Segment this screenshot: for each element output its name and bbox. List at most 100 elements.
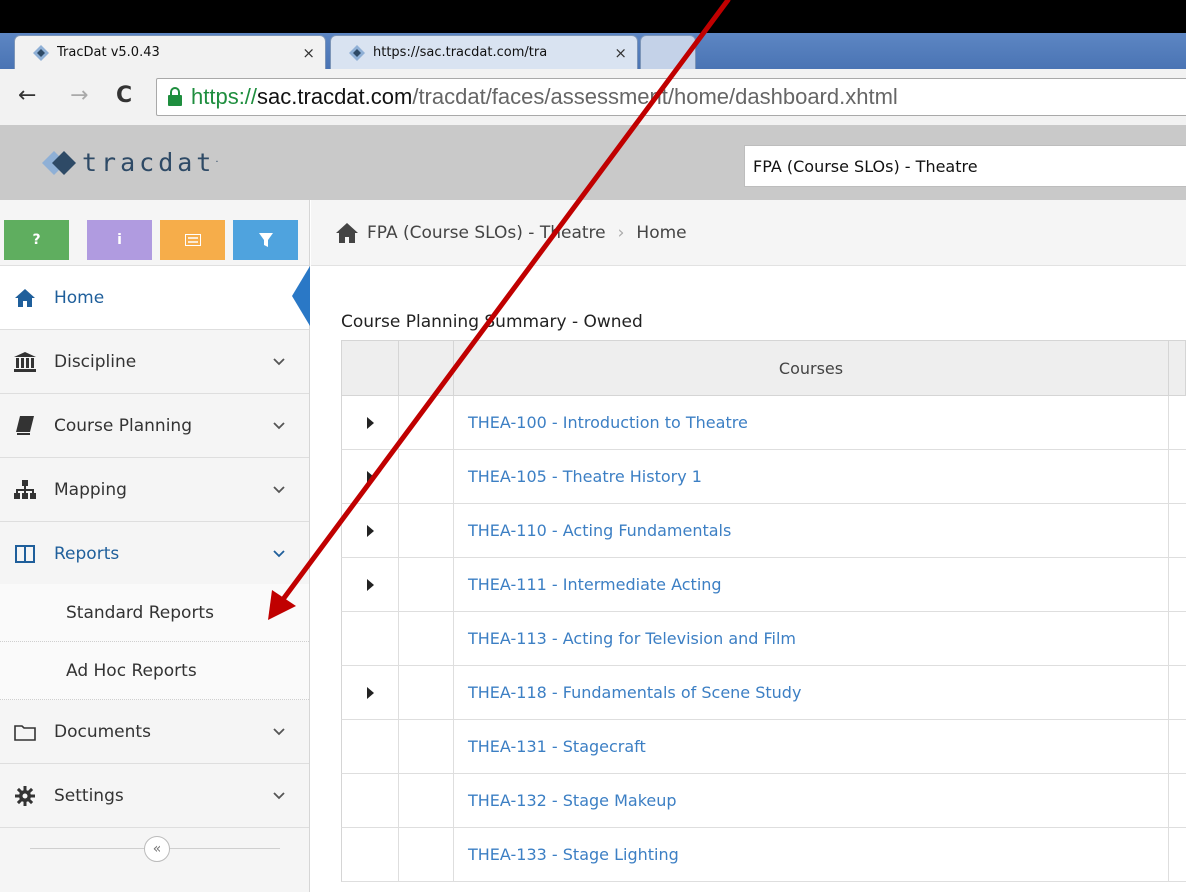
- course-link[interactable]: THEA-111 - Intermediate Acting: [468, 558, 722, 611]
- notes-button[interactable]: [160, 220, 225, 260]
- url-path: /tracdat/faces/assessment/home/dashboard…: [412, 84, 898, 109]
- extra-cell: [1168, 396, 1186, 449]
- url-host: sac.tracdat.com: [257, 84, 413, 109]
- expand-cell[interactable]: [342, 396, 399, 449]
- blank-cell: [399, 666, 454, 719]
- tracdat-favicon-icon: [33, 44, 49, 61]
- app-header: tracdat · FPA (Course SLOs) - Theatre: [0, 126, 1186, 200]
- caret-right-icon[interactable]: [366, 416, 374, 429]
- sidebar-subitem-label: Standard Reports: [66, 602, 214, 623]
- expand-cell[interactable]: [342, 450, 399, 503]
- sidebar-item-discipline[interactable]: Discipline: [0, 330, 309, 394]
- forward-button[interactable]: →: [70, 83, 88, 108]
- url-input[interactable]: https://sac.tracdat.com/tracdat/faces/as…: [156, 78, 1186, 116]
- expand-cell[interactable]: [342, 666, 399, 719]
- question-icon: ?: [32, 232, 41, 248]
- course-link[interactable]: THEA-113 - Acting for Television and Fil…: [468, 612, 796, 665]
- extra-cell: [1168, 558, 1186, 611]
- table-row: THEA-131 - Stagecraft: [341, 720, 1186, 774]
- sidebar-item-mapping[interactable]: Mapping: [0, 458, 309, 522]
- sidebar-subitem-standard-reports[interactable]: Standard Reports: [0, 584, 309, 642]
- blank-cell: [399, 504, 454, 557]
- expand-cell: [342, 612, 399, 665]
- sidebar-subitem-label: Ad Hoc Reports: [66, 660, 197, 681]
- chevron-down-icon: [273, 422, 285, 430]
- help-button[interactable]: ?: [4, 220, 69, 260]
- header-cell-expand: [342, 341, 399, 395]
- sidebar-item-label: Mapping: [54, 479, 127, 500]
- tab-title: https://sac.tracdat.com/tra: [373, 45, 548, 60]
- course-link[interactable]: THEA-132 - Stage Makeup: [468, 774, 677, 827]
- table-row: THEA-110 - Acting Fundamentals: [341, 504, 1186, 558]
- sidebar-item-label: Discipline: [54, 351, 137, 372]
- course-link[interactable]: THEA-100 - Introduction to Theatre: [468, 396, 748, 449]
- address-bar: ← → C https://sac.tracdat.com/tracdat/fa…: [0, 69, 1186, 126]
- tracdat-favicon-icon: [349, 44, 365, 61]
- blank-cell: [399, 720, 454, 773]
- sidebar-item-home[interactable]: Home: [0, 266, 309, 330]
- new-tab-button[interactable]: [640, 35, 696, 69]
- context-selector[interactable]: FPA (Course SLOs) - Theatre: [744, 145, 1186, 187]
- course-link[interactable]: THEA-131 - Stagecraft: [468, 720, 646, 773]
- sidebar-item-reports[interactable]: Reports: [0, 522, 309, 586]
- back-button[interactable]: ←: [18, 83, 36, 108]
- info-icon: i: [117, 232, 122, 248]
- extra-cell: [1168, 720, 1186, 773]
- header-cell-extra: [1168, 341, 1186, 395]
- section-title: Course Planning Summary - Owned: [341, 312, 643, 332]
- course-link[interactable]: THEA-105 - Theatre History 1: [468, 450, 702, 503]
- table-row: THEA-132 - Stage Makeup: [341, 774, 1186, 828]
- screenshot-root: TracDat v5.0.43 × https://sac.tracdat.co…: [0, 0, 1186, 892]
- logo-trademark: ·: [215, 157, 219, 168]
- sidebar-item-course-planning[interactable]: Course Planning: [0, 394, 309, 458]
- course-link[interactable]: THEA-133 - Stage Lighting: [468, 828, 679, 881]
- filter-button[interactable]: [233, 220, 298, 260]
- home-icon[interactable]: [335, 222, 359, 244]
- browser-tab-second[interactable]: https://sac.tracdat.com/tra ×: [330, 35, 638, 69]
- close-icon[interactable]: ×: [614, 44, 627, 62]
- sitemap-icon: [14, 479, 36, 501]
- course-link[interactable]: THEA-118 - Fundamentals of Scene Study: [468, 666, 801, 719]
- lock-icon: [168, 87, 182, 106]
- expand-cell[interactable]: [342, 558, 399, 611]
- course-planning-table: Courses THEA-100 - Introduction to Theat…: [341, 340, 1186, 892]
- blank-cell: [399, 396, 454, 449]
- caret-right-icon[interactable]: [366, 470, 374, 483]
- breadcrumb-separator: ›: [617, 222, 625, 243]
- expand-cell: [342, 774, 399, 827]
- logo-mark-icon: [42, 150, 76, 175]
- expand-cell: [342, 720, 399, 773]
- window-top-bar: [0, 0, 1186, 33]
- course-link[interactable]: THEA-110 - Acting Fundamentals: [468, 504, 731, 557]
- expand-cell[interactable]: [342, 504, 399, 557]
- blank-cell: [399, 450, 454, 503]
- collapse-sidebar-button[interactable]: «: [144, 836, 170, 862]
- header-cell-courses[interactable]: Courses: [454, 341, 1168, 395]
- chevron-down-icon: [273, 550, 285, 558]
- caret-right-icon[interactable]: [366, 578, 374, 591]
- sidebar-item-settings[interactable]: Settings: [0, 764, 309, 828]
- caret-right-icon[interactable]: [366, 524, 374, 537]
- tracdat-logo[interactable]: tracdat ·: [42, 148, 219, 177]
- list-icon: [184, 234, 201, 246]
- columns-icon: [14, 543, 36, 565]
- reload-button[interactable]: C: [116, 83, 132, 108]
- extra-cell: [1168, 828, 1186, 881]
- extra-cell: [1168, 774, 1186, 827]
- sidebar-subitem-ad-hoc-reports[interactable]: Ad Hoc Reports: [0, 642, 309, 700]
- chevron-down-icon: [273, 358, 285, 366]
- browser-tab-tracdat[interactable]: TracDat v5.0.43 ×: [14, 35, 326, 69]
- filter-icon: [258, 233, 273, 247]
- home-icon: [14, 287, 36, 309]
- gear-icon: [14, 785, 36, 807]
- sidebar-collapse: «: [0, 828, 309, 868]
- table-row: THEA-113 - Acting for Television and Fil…: [341, 612, 1186, 666]
- book-icon: [14, 415, 36, 437]
- sidebar-item-documents[interactable]: Documents: [0, 700, 309, 764]
- close-icon[interactable]: ×: [302, 44, 315, 62]
- table-header: Courses: [341, 340, 1186, 396]
- breadcrumb-context[interactable]: FPA (Course SLOs) - Theatre: [367, 223, 606, 243]
- breadcrumb-current: Home: [636, 222, 687, 243]
- caret-right-icon[interactable]: [366, 686, 374, 699]
- info-button[interactable]: i: [87, 220, 152, 260]
